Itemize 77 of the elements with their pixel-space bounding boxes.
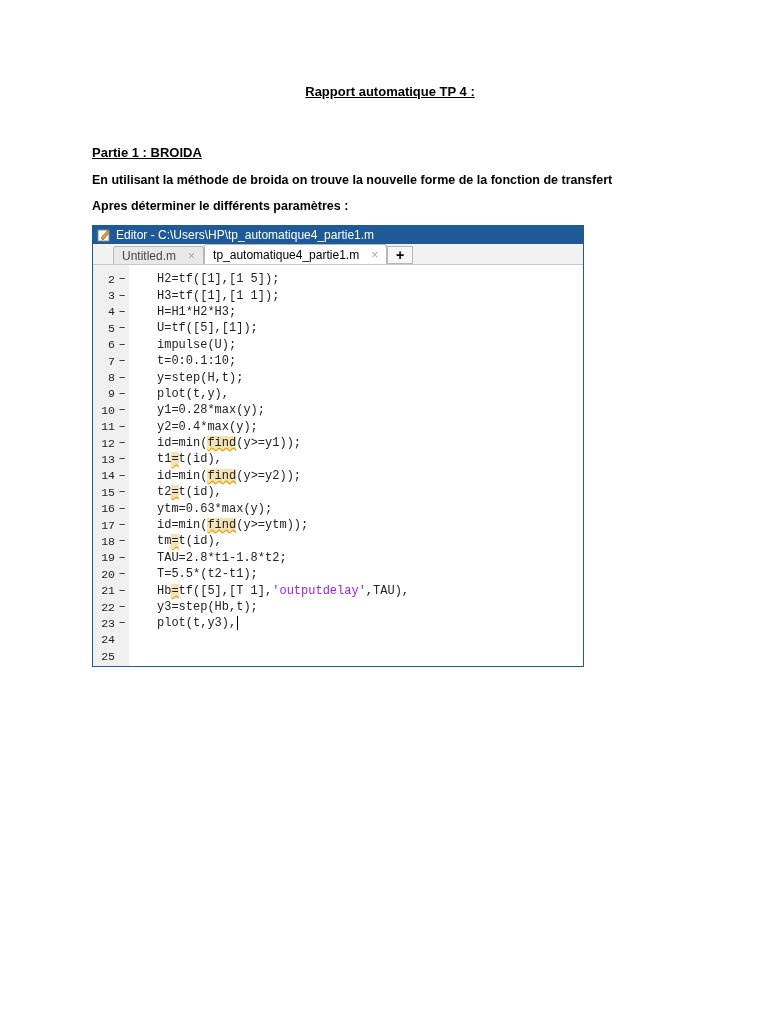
line-marker: – xyxy=(117,354,127,369)
window-title: Editor - C:\Users\HP\tp_automatique4_partie1.m xyxy=(116,227,375,242)
code-line: plot(t,y), xyxy=(157,386,229,401)
line-number: 8 xyxy=(107,371,115,385)
code-line: t2=t(id), xyxy=(157,485,222,500)
line-number: 6 xyxy=(107,338,115,352)
line-marker: – xyxy=(117,386,127,401)
code-line: H2=tf([1],[1 5]); xyxy=(157,272,280,287)
line-marker: – xyxy=(117,304,127,319)
line-number: 19 xyxy=(100,551,115,565)
code-line: plot(t,y3), xyxy=(157,616,239,631)
line-number: 7 xyxy=(107,354,115,368)
line-number: 14 xyxy=(100,469,115,483)
code-line: ytm=0.63*max(y); xyxy=(157,501,273,516)
code-line: T=5.5*(t2-t1); xyxy=(157,567,258,582)
line-number: 15 xyxy=(100,485,115,499)
line-number: 16 xyxy=(100,502,115,516)
line-marker: – xyxy=(117,468,127,483)
code-line: y3=step(Hb,t); xyxy=(157,600,258,614)
line-number: 13 xyxy=(100,453,115,466)
line-marker: – xyxy=(117,419,127,434)
line-marker: – xyxy=(117,583,127,598)
line-marker: – xyxy=(117,616,127,631)
line-marker: – xyxy=(117,501,127,516)
line-number: 22 xyxy=(100,600,115,614)
line-marker: – xyxy=(117,567,127,582)
code-line: U=tf([5],[1]); xyxy=(157,321,258,336)
code-line: y=step(H,t); xyxy=(157,370,244,385)
line-number: 23 xyxy=(100,616,115,630)
line-number: 11 xyxy=(100,420,115,434)
line-number: 5 xyxy=(107,321,115,335)
line-number: 17 xyxy=(100,518,115,532)
pencil-icon xyxy=(97,227,111,242)
line-marker: – xyxy=(117,452,127,467)
line-number: 21 xyxy=(100,584,115,598)
code-line: H=H1*H2*H3; xyxy=(157,304,237,319)
line-number: 20 xyxy=(100,567,115,581)
line-number: 12 xyxy=(100,436,115,450)
code-line: y1=0.28*max(y); xyxy=(157,403,266,418)
line-number: 3 xyxy=(107,289,115,303)
new-tab-button[interactable]: + xyxy=(387,246,414,264)
code-line: H3=tf([1],[1 1]); xyxy=(157,288,280,303)
line-number: 10 xyxy=(100,403,115,417)
file-tab[interactable]: tp_automatique4_partie1.m × xyxy=(204,244,388,264)
line-number: 2 xyxy=(107,272,115,286)
line-marker: – xyxy=(117,321,127,336)
code-line: t=0:0.1:10; xyxy=(157,354,237,369)
line-marker: – xyxy=(117,337,127,352)
code-line: Hb=tf([5],[T 1],'outputdelay',TAU), xyxy=(157,583,410,598)
code-line: impulse(U); xyxy=(157,337,237,352)
line-number: 18 xyxy=(100,534,115,548)
code-line: t1=t(id), xyxy=(157,452,222,467)
line-marker: – xyxy=(117,272,127,287)
line-marker: – xyxy=(117,436,127,451)
file-tab[interactable]: Untitled.m × xyxy=(113,246,205,264)
line-marker: – xyxy=(117,485,127,500)
code-line: tm=t(id), xyxy=(157,534,222,549)
report-title: Rapport automatique TP 4 : xyxy=(304,84,476,99)
line-number: 24 xyxy=(100,633,115,647)
code-line: id=min(find(y>=y2)); xyxy=(157,468,302,483)
line-marker: – xyxy=(117,600,127,614)
code-line: id=min(find(y>=y1)); xyxy=(157,436,302,451)
paragraph: En utilisant la méthode de broida on trouve la nouvelle forme de la fonction de transfert xyxy=(92,173,614,187)
line-marker: – xyxy=(117,288,127,303)
line-marker: – xyxy=(117,534,127,549)
paragraph: Apres déterminer le différents paramètres : xyxy=(92,199,350,213)
code-line: TAU=2.8*t1-1.8*t2; xyxy=(157,550,287,565)
code-line: id=min(find(y>=ytm)); xyxy=(157,518,309,533)
line-number: 25 xyxy=(100,649,115,663)
line-number: 4 xyxy=(107,305,115,319)
code-line: y2=0.4*max(y); xyxy=(157,419,258,434)
section-heading: Partie 1 : BROIDA xyxy=(92,145,202,160)
line-marker: – xyxy=(117,550,127,565)
line-marker: – xyxy=(117,370,127,385)
line-marker: – xyxy=(117,403,127,418)
line-marker: – xyxy=(117,518,127,533)
line-number: 9 xyxy=(107,387,115,401)
